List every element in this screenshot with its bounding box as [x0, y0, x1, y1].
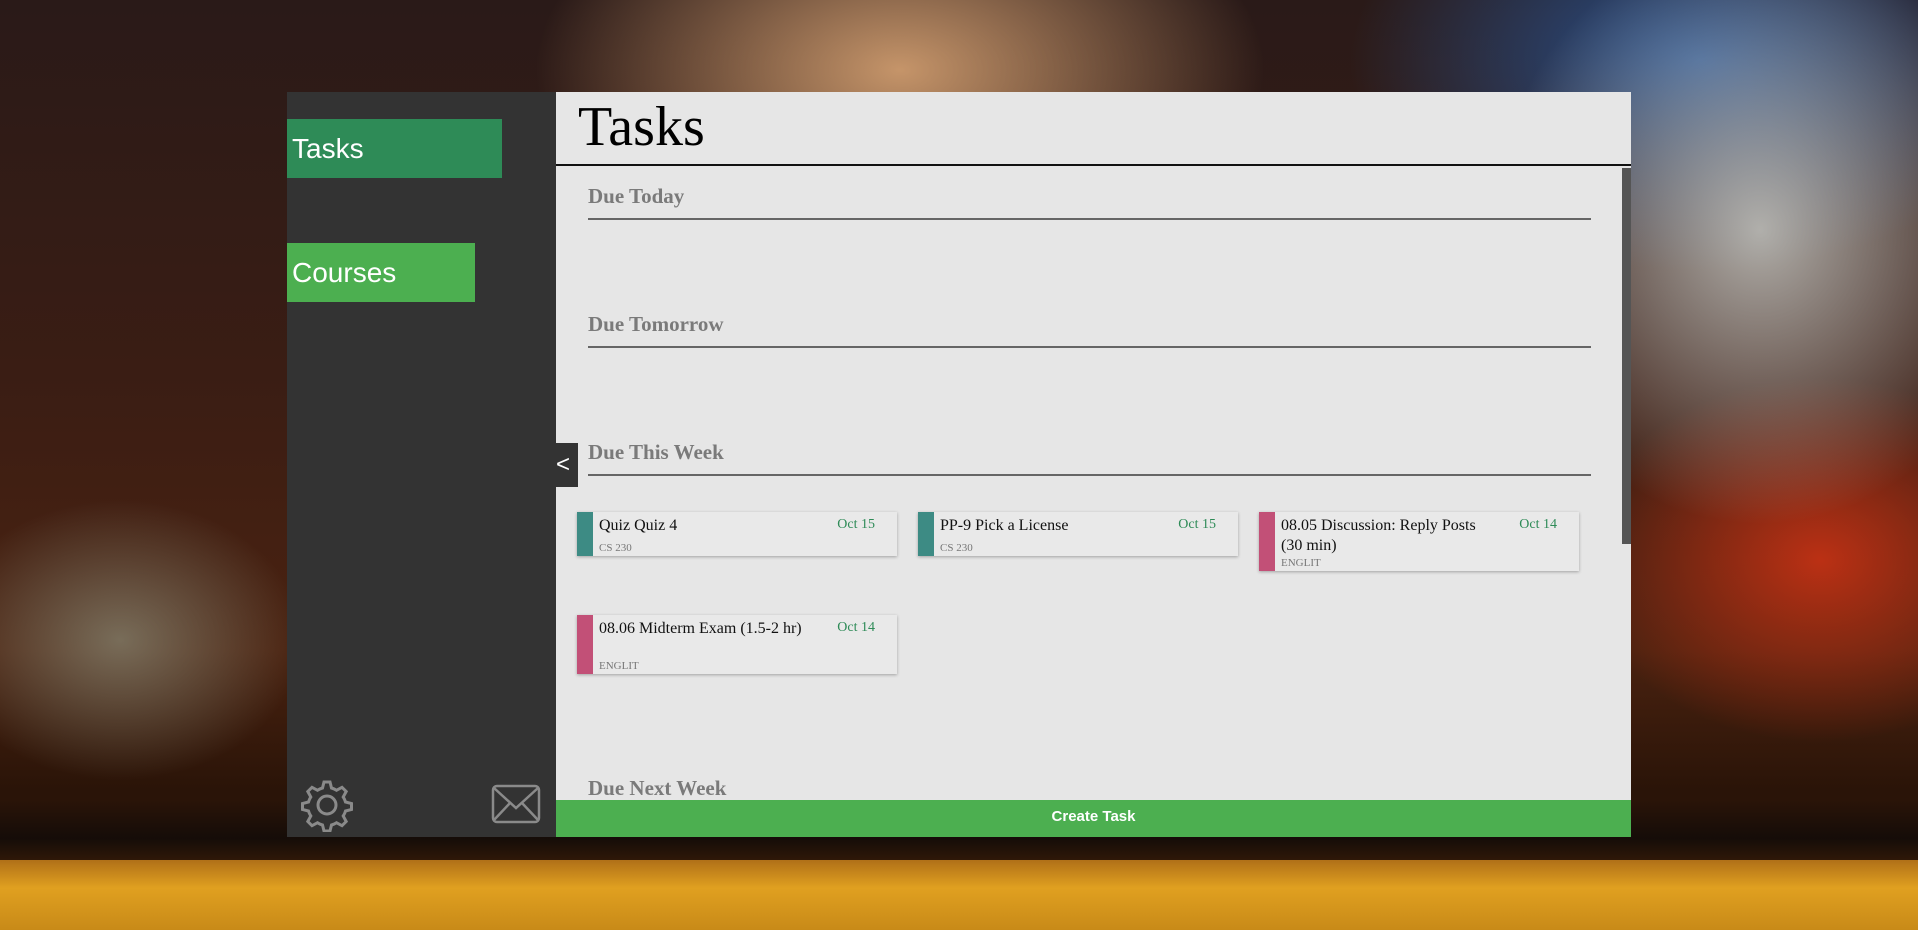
task-title: 08.06 Midterm Exam (1.5-2 hr)	[599, 620, 802, 637]
task-card[interactable]: 08.05 Discussion: Reply Posts (30 min) O…	[1259, 512, 1579, 571]
course-color-stripe	[577, 615, 593, 674]
task-card[interactable]: 08.06 Midterm Exam (1.5-2 hr) Oct 14 ENG…	[577, 615, 897, 674]
task-due-date: Oct 14	[1519, 517, 1557, 532]
task-course: CS 230	[940, 542, 973, 554]
app-window: Tasks Courses Tasks Due Today Due Tomorr…	[287, 92, 1631, 837]
background-field	[0, 860, 1918, 930]
task-title: 08.05 Discussion: Reply Posts (30 min)	[1281, 517, 1476, 554]
task-course: CS 230	[599, 542, 632, 554]
task-course: ENGLIT	[599, 660, 639, 672]
scrollbar-thumb[interactable]	[1622, 168, 1631, 544]
page-header: Tasks	[556, 92, 1631, 166]
sidebar: Tasks Courses	[287, 92, 556, 837]
course-color-stripe	[918, 512, 934, 556]
task-card[interactable]: PP-9 Pick a License Oct 15 CS 230	[918, 512, 1238, 556]
task-due-date: Oct 15	[1178, 517, 1216, 532]
task-title: PP-9 Pick a License	[940, 517, 1069, 534]
gear-icon[interactable]	[300, 778, 354, 833]
task-due-date: Oct 14	[837, 620, 875, 635]
nav-courses-button[interactable]: Courses	[287, 243, 475, 302]
course-color-stripe	[577, 512, 593, 556]
task-card[interactable]: Quiz Quiz 4 Oct 15 CS 230	[577, 512, 897, 556]
create-task-button[interactable]: Create Task	[556, 800, 1631, 837]
course-color-stripe	[1259, 512, 1275, 571]
collapse-sidebar-button[interactable]: <	[548, 443, 578, 487]
mail-icon[interactable]	[491, 784, 541, 824]
section-due-this-week: Due This Week	[588, 440, 1591, 476]
section-due-tomorrow: Due Tomorrow	[588, 312, 1591, 348]
task-due-date: Oct 15	[837, 517, 875, 532]
section-due-today: Due Today	[588, 184, 1591, 220]
nav-tasks-button[interactable]: Tasks	[287, 119, 502, 178]
task-title: Quiz Quiz 4	[599, 517, 678, 534]
page-title: Tasks	[578, 96, 705, 158]
task-course: ENGLIT	[1281, 557, 1321, 569]
main-panel: Tasks Due Today Due Tomorrow Due This We…	[556, 92, 1631, 837]
